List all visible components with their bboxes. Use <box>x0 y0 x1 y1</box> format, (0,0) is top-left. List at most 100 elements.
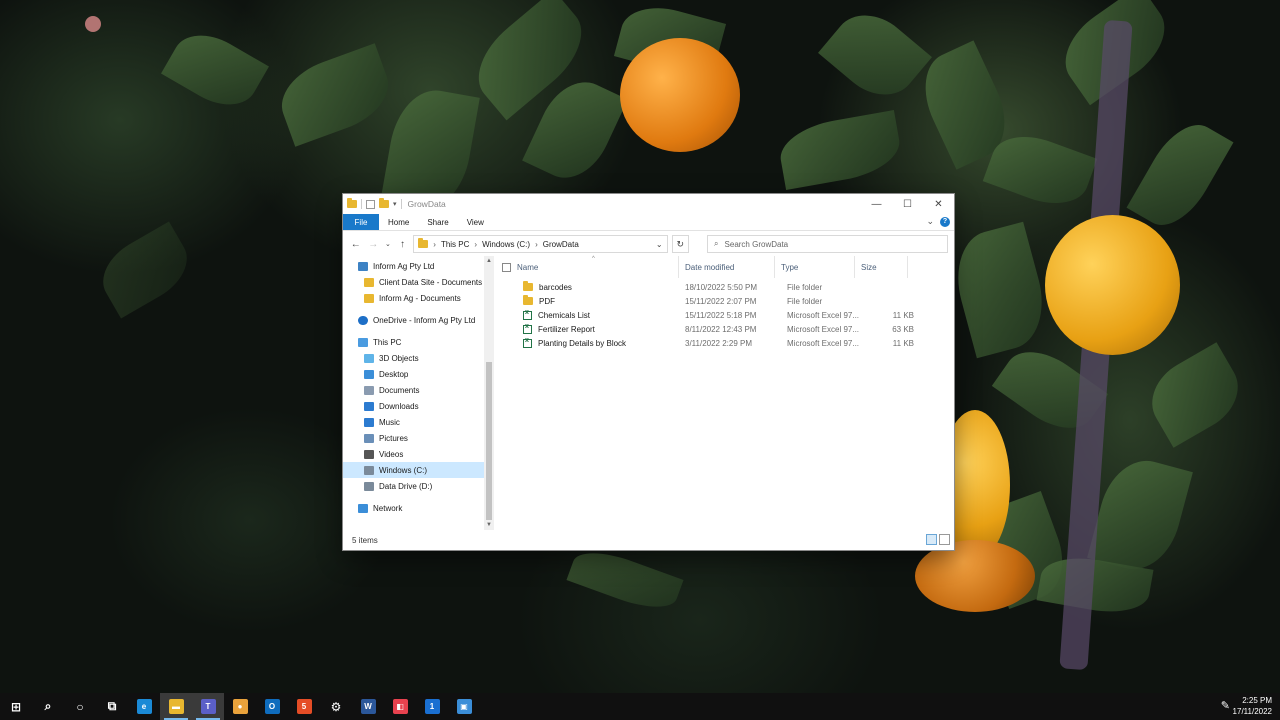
explorer-body: Inform Ag Pty Ltd Client Data Site - Docu… <box>343 256 954 530</box>
back-arrow-icon[interactable]: ← <box>349 239 363 250</box>
search-button[interactable]: ⌕ <box>32 693 64 720</box>
file-list: ^ Name Date modified Type Size barcodes 1… <box>494 256 954 530</box>
tab-home[interactable]: Home <box>379 214 418 230</box>
nav-item-label: Windows (C:) <box>379 465 428 475</box>
select-all-checkbox[interactable] <box>502 262 511 272</box>
scrollbar-thumb[interactable] <box>486 362 492 520</box>
properties-icon[interactable] <box>366 199 375 209</box>
nav-item-videos[interactable]: Videos <box>343 446 484 462</box>
new-folder-icon[interactable] <box>379 198 389 208</box>
html-editor-icon: 5 <box>296 699 312 714</box>
nav-item-windows-c[interactable]: Windows (C:) <box>343 462 484 478</box>
tab-view[interactable]: View <box>458 214 493 230</box>
pen-icon[interactable]: ✎ <box>1221 699 1230 712</box>
nav-item-3d-objects[interactable]: 3D Objects <box>343 350 484 366</box>
refresh-button[interactable]: ↻ <box>671 235 690 253</box>
column-header-type[interactable]: Type <box>775 256 855 278</box>
chrome-app[interactable]: ● <box>224 693 256 720</box>
column-header-size[interactable]: Size <box>855 256 908 278</box>
title-bar[interactable]: ▾ GrowData — ☐ ✕ <box>343 194 954 214</box>
cube-icon <box>364 353 374 363</box>
help-icon[interactable]: ? <box>940 216 950 227</box>
nav-item-label: Documents <box>379 385 420 395</box>
breadcrumb-growdata[interactable]: GrowData <box>543 240 579 249</box>
chevron-right-icon[interactable]: › <box>474 240 477 249</box>
chevron-right-icon[interactable]: › <box>535 240 538 249</box>
remote-app[interactable]: ▣ <box>448 693 480 720</box>
download-icon <box>364 401 374 411</box>
column-header-date[interactable]: Date modified <box>679 256 775 278</box>
breadcrumb-windows-c[interactable]: Windows (C:) <box>482 240 530 249</box>
minimize-button[interactable]: — <box>861 194 892 214</box>
start-button[interactable]: ⊞ <box>0 693 32 720</box>
folder-icon <box>523 295 533 305</box>
nav-item-client-data-site-documents[interactable]: Client Data Site - Documents <box>343 274 484 290</box>
file-row[interactable]: Chemicals List 15/11/2022 5:18 PM Microsof… <box>494 308 954 322</box>
network-icon <box>358 503 368 513</box>
password-icon: 1 <box>424 699 440 714</box>
edge-app[interactable]: e <box>128 693 160 720</box>
scroll-up-icon[interactable]: ▲ <box>484 258 494 264</box>
file-explorer-app[interactable]: ▬ <box>160 693 192 720</box>
clock-time: 2:25 PM <box>1242 696 1272 705</box>
breadcrumb-this-pc[interactable]: This PC <box>441 240 469 249</box>
maximize-button[interactable]: ☐ <box>892 194 923 214</box>
taskbar: ⊞ ⌕ ○ ⧉ e ▬ T ● O 5 ⚙ W ◧ 1 ▣ ✎ 2:25 PM 17/11/2022 <box>0 693 1280 720</box>
file-name: barcodes <box>539 282 572 292</box>
file-row[interactable]: Planting Details by Block 3/11/2022 2:29 … <box>494 336 954 350</box>
drive-icon <box>364 481 374 491</box>
nav-item-data-drive-d[interactable]: Data Drive (D:) <box>343 478 484 494</box>
scroll-down-icon[interactable]: ▼ <box>484 522 494 528</box>
up-arrow-icon[interactable]: ↑ <box>396 239 410 250</box>
word-app[interactable]: W <box>352 693 384 720</box>
nav-item-downloads[interactable]: Downloads <box>343 398 484 414</box>
nav-scrollbar[interactable]: ▲ ▼ <box>484 256 494 530</box>
task-view-icon: ⧉ <box>104 699 120 714</box>
folder-icon <box>364 293 374 303</box>
nav-item-desktop[interactable]: Desktop <box>343 366 484 382</box>
close-button[interactable]: ✕ <box>923 194 954 214</box>
nav-item-documents[interactable]: Documents <box>343 382 484 398</box>
nav-item-music[interactable]: Music <box>343 414 484 430</box>
task-view-button[interactable]: ⧉ <box>96 693 128 720</box>
snip-app[interactable]: ◧ <box>384 693 416 720</box>
forward-arrow-icon[interactable]: → <box>367 239 381 250</box>
html-editor-app[interactable]: 5 <box>288 693 320 720</box>
system-clock[interactable]: 2:25 PM 17/11/2022 <box>1233 695 1272 717</box>
chevron-down-icon[interactable]: ⌄ <box>656 240 663 249</box>
file-date: 18/10/2022 5:50 PM <box>685 282 758 292</box>
search-input[interactable] <box>724 239 925 249</box>
large-icons-view-icon[interactable] <box>939 534 950 545</box>
file-date: 15/11/2022 5:18 PM <box>685 310 757 320</box>
cortana-button[interactable]: ○ <box>64 693 96 720</box>
building-icon <box>358 261 368 271</box>
file-row[interactable]: barcodes 18/10/2022 5:50 PM File folder <box>494 280 954 294</box>
details-view-icon[interactable] <box>926 534 937 545</box>
nav-item-label: Videos <box>379 449 404 459</box>
nav-item-inform-ag-documents[interactable]: Inform Ag - Documents <box>343 290 484 306</box>
search-icon: ⌕ <box>714 239 719 248</box>
recent-locations-icon[interactable]: ⌄ <box>384 240 392 248</box>
column-header-name[interactable]: Name <box>494 256 679 278</box>
nav-item-pictures[interactable]: Pictures <box>343 430 484 446</box>
nav-item-this-pc[interactable]: This PC <box>343 334 484 350</box>
expand-ribbon-icon[interactable]: ⌄ <box>926 216 934 227</box>
nav-item-network[interactable]: Network <box>343 500 484 516</box>
password-app[interactable]: 1 <box>416 693 448 720</box>
search-box[interactable]: ⌕ <box>707 235 948 253</box>
settings-icon: ⚙ <box>328 699 344 714</box>
file-row[interactable]: PDF 15/11/2022 2:07 PM File folder <box>494 294 954 308</box>
customize-toolbar-icon[interactable]: ▾ <box>393 200 397 208</box>
tab-share[interactable]: Share <box>418 214 457 230</box>
status-bar: 5 items <box>343 530 954 550</box>
chevron-right-icon[interactable]: › <box>433 240 436 249</box>
nav-item-onedrive-inform-ag-pty-ltd[interactable]: OneDrive - Inform Ag Pty Ltd <box>343 312 484 328</box>
outlook-app[interactable]: O <box>256 693 288 720</box>
address-bar[interactable]: › This PC › Windows (C:) › GrowData ⌄ <box>413 235 668 253</box>
tab-file[interactable]: File <box>343 214 379 230</box>
quick-access-toolbar: ▾ <box>347 198 402 209</box>
file-row[interactable]: Fertilizer Report 8/11/2022 12:43 PM Micro… <box>494 322 954 336</box>
settings-app[interactable]: ⚙ <box>320 693 352 720</box>
nav-item-inform-ag-pty-ltd[interactable]: Inform Ag Pty Ltd <box>343 258 484 274</box>
teams-app[interactable]: T <box>192 693 224 720</box>
